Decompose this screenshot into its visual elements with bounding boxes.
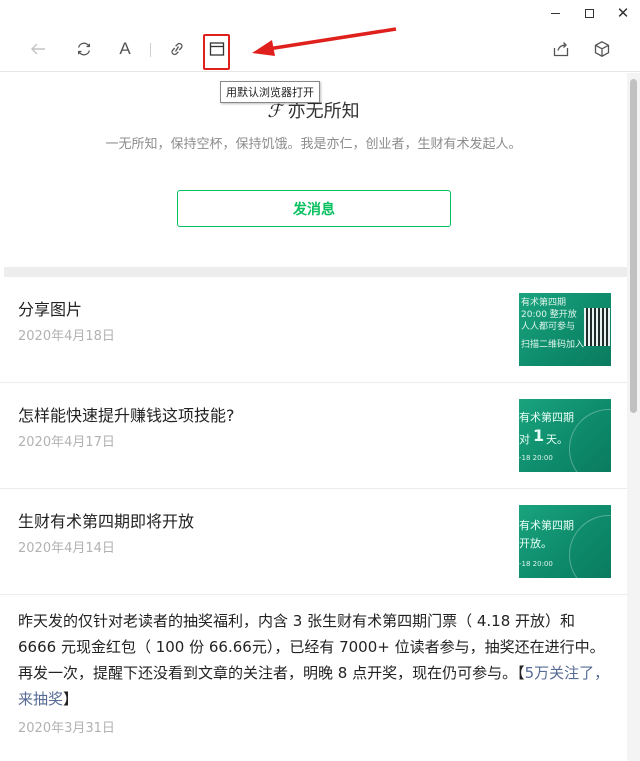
close-icon: ✕ xyxy=(616,3,630,22)
refresh-icon xyxy=(77,42,91,56)
arrow-left-icon xyxy=(31,43,45,55)
account-name: 亦无所知 xyxy=(287,101,360,122)
scrollbar-thumb[interactable] xyxy=(630,79,637,413)
font-label: A xyxy=(119,39,131,58)
maximize-icon xyxy=(584,8,594,18)
article-title: 怎样能快速提升赚钱这项技能? xyxy=(18,406,235,425)
article-item[interactable]: 怎样能快速提升赚钱这项技能? 2020年4月17日 有术第四期 对 1 天。 -… xyxy=(0,383,627,489)
thumb-decoration xyxy=(569,515,611,578)
article-title: 生财有术第四期即将开放 xyxy=(18,512,195,531)
copy-link-button[interactable] xyxy=(164,36,190,62)
thumb-line: 有术第四期 xyxy=(519,411,574,424)
article-date: 2020年4月17日 xyxy=(18,435,115,450)
thumb-line: 对 xyxy=(519,433,530,446)
tooltip: 用默认浏览器打开 xyxy=(220,81,320,103)
thumb-line: -18 20:00 xyxy=(519,454,553,462)
text-post-item[interactable]: 昨天发的仅针对老读者的抽奖福利，内含 3 张生财有术第四期门票（ 4.18 开放… xyxy=(0,595,627,761)
thumb-line: 有术第四期 xyxy=(519,519,574,532)
article-thumbnail: 有术第四期 对 1 天。 -18 20:00 xyxy=(519,399,611,472)
qr-code-icon xyxy=(584,308,610,346)
section-divider xyxy=(4,267,627,277)
miniprogram-button[interactable] xyxy=(589,36,615,62)
account-logo-icon: ℱ xyxy=(267,101,282,122)
send-message-button[interactable]: 发消息 xyxy=(177,190,451,227)
thumb-line: 天。 xyxy=(546,433,568,446)
toolbar: A xyxy=(0,26,640,72)
thumb-line: 1 xyxy=(533,426,545,445)
article-list-view: ℱ 亦无所知 一无所知，保持空杯，保持饥饿。我是亦仁，创业者，生财有术发起人。 发… xyxy=(0,73,627,761)
annotation-arrow-icon xyxy=(252,27,397,56)
minimize-button[interactable] xyxy=(538,0,572,26)
thumb-line: 有术第四期 xyxy=(521,298,567,308)
post-body: 昨天发的仅针对老读者的抽奖福利，内含 3 张生财有术第四期门票（ 4.18 开放… xyxy=(18,608,614,712)
article-thumbnail: 有术第四期 20:00 整开放 人人都可参与 扫描二维码加入 xyxy=(519,293,611,366)
link-icon xyxy=(171,42,183,56)
cube-icon xyxy=(594,41,610,57)
toolbar-separator xyxy=(150,43,151,57)
article-date: 2020年4月18日 xyxy=(18,329,115,344)
scrollbar[interactable] xyxy=(627,73,640,761)
maximize-button[interactable] xyxy=(572,0,606,26)
post-date: 2020年3月31日 xyxy=(18,721,115,736)
article-date: 2020年4月14日 xyxy=(18,541,115,556)
article-thumbnail: 有术第四期 开放。 -18 20:00 xyxy=(519,505,611,578)
thumb-line: 开放。 xyxy=(519,537,552,550)
post-text: 昨天发的仅针对老读者的抽奖福利，内含 3 张生财有术第四期门票（ 4.18 开放… xyxy=(18,612,605,682)
share-icon xyxy=(553,42,569,57)
article-title: 分享图片 xyxy=(18,300,83,319)
thumb-decoration xyxy=(569,409,611,472)
thumb-line: 扫描二维码加入 xyxy=(521,340,585,350)
thumb-line: -18 20:00 xyxy=(519,560,553,568)
post-text-tail: 】 xyxy=(63,690,79,708)
article-item[interactable]: 生财有术第四期即将开放 2020年4月14日 有术第四期 开放。 -18 20:… xyxy=(0,489,627,595)
minimize-icon xyxy=(550,12,560,14)
refresh-button[interactable] xyxy=(71,36,97,62)
article-item[interactable]: 分享图片 2020年4月18日 有术第四期 20:00 整开放 人人都可参与 扫… xyxy=(0,277,627,383)
annotation-highlight-box xyxy=(203,34,230,70)
window-controls: ✕ xyxy=(538,0,640,26)
share-button[interactable] xyxy=(548,36,574,62)
close-button[interactable]: ✕ xyxy=(606,0,640,26)
font-size-button[interactable]: A xyxy=(112,36,138,62)
thumb-line: 人人都可参与 xyxy=(521,322,576,332)
back-button[interactable] xyxy=(25,36,51,62)
thumb-line: 20:00 整开放 xyxy=(521,310,577,320)
account-description: 一无所知，保持空杯，保持饥饿。我是亦仁，创业者，生财有术发起人。 xyxy=(105,137,522,152)
